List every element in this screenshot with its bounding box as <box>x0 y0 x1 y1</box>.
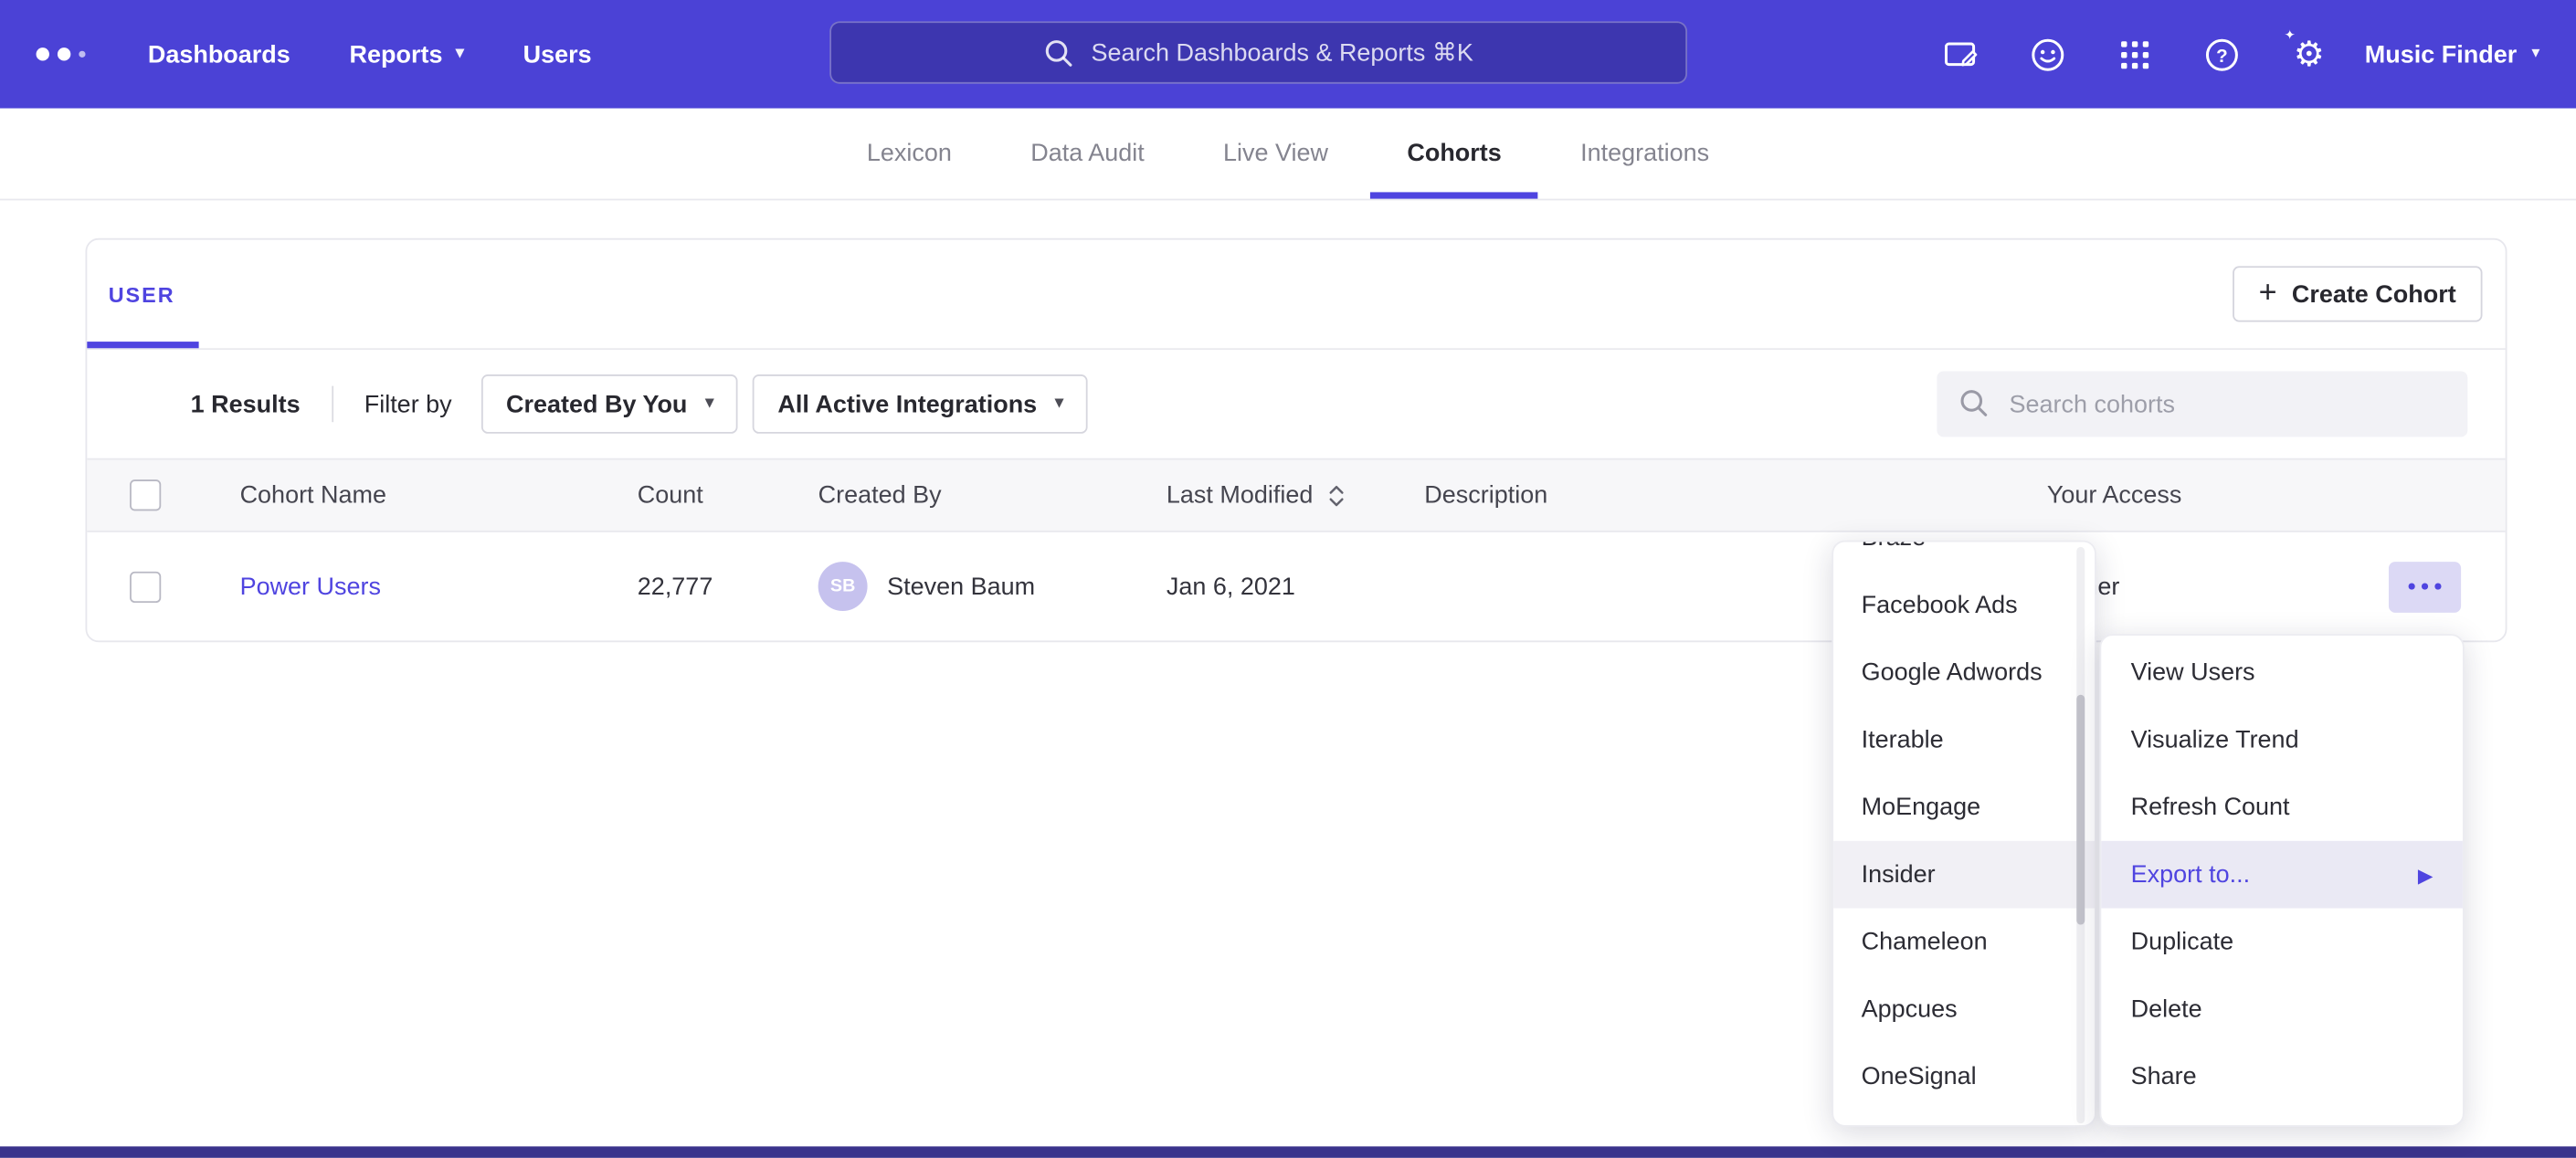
col-description: Description <box>1424 481 2047 510</box>
menu-item-export-to[interactable]: Export to... ▶ <box>2101 841 2463 909</box>
tab-live-view[interactable]: Live View <box>1187 109 1364 199</box>
menu-item-refresh-count[interactable]: Refresh Count <box>2101 774 2463 841</box>
created-by-name: Steven Baum <box>887 573 1035 601</box>
menu-item-moengage[interactable]: MoEngage <box>1833 774 2095 841</box>
nav-users-label: Users <box>523 40 592 68</box>
table-header: Cohort Name Count Created By Last Modifi… <box>87 458 2505 532</box>
data-management-icon[interactable] <box>1941 35 1980 74</box>
search-icon <box>1043 37 1074 68</box>
row-context-menu: View Users Visualize Trend Refresh Count… <box>2099 634 2464 1127</box>
app-window: Dashboards Reports ▾ Users Search Dashbo… <box>0 0 2576 1158</box>
nav-reports[interactable]: Reports ▾ <box>350 40 464 68</box>
tab-data-audit[interactable]: Data Audit <box>995 109 1181 199</box>
cohort-name-link[interactable]: Power Users <box>240 573 381 601</box>
apps-grid-icon[interactable] <box>2115 35 2154 74</box>
results-count: 1 Results <box>191 390 301 418</box>
nav-users[interactable]: Users <box>523 40 592 68</box>
table-row: Power Users 22,777 SB Steven Baum Jan 6,… <box>87 532 2505 641</box>
feedback-icon[interactable] <box>2028 35 2067 74</box>
nav-dashboards[interactable]: Dashboards <box>148 40 290 68</box>
app-logo <box>37 47 86 60</box>
menu-item-duplicate[interactable]: Duplicate <box>2101 909 2463 976</box>
sparkle-icon: ✦ <box>2285 28 2296 43</box>
account-name: Music Finder <box>2365 40 2517 68</box>
tab-lexicon[interactable]: Lexicon <box>830 109 987 199</box>
menu-item-google-adwords[interactable]: Google Adwords <box>1833 639 2095 707</box>
tab-cohorts[interactable]: Cohorts <box>1371 109 1538 199</box>
help-icon[interactable]: ? <box>2202 35 2242 74</box>
col-created-by: Created By <box>818 481 1167 510</box>
divider <box>332 386 333 423</box>
plus-icon: + <box>2259 277 2277 308</box>
scrollbar-thumb[interactable] <box>2076 695 2085 925</box>
menu-item-insider[interactable]: Insider <box>1833 841 2095 909</box>
svg-text:?: ? <box>2216 45 2228 66</box>
menu-item-iterable[interactable]: Iterable <box>1833 706 2095 774</box>
nav-reports-label: Reports <box>350 40 443 68</box>
menu-item-view-users[interactable]: View Users <box>2101 639 2463 707</box>
global-search-placeholder: Search Dashboards & Reports ⌘K <box>1092 37 1473 67</box>
col-cohort-name: Cohort Name <box>240 481 638 510</box>
menu-item-delete[interactable]: Delete <box>2101 975 2463 1043</box>
col-your-access: Your Access <box>2047 481 2305 510</box>
col-last-modified[interactable]: Last Modified <box>1167 481 1424 510</box>
avatar: SB <box>818 562 868 611</box>
row-actions-button[interactable] <box>2389 561 2461 612</box>
cohort-type-header: USER + Create Cohort <box>87 240 2505 350</box>
submenu-arrow-icon: ▶ <box>2418 863 2433 886</box>
chevron-down-icon: ▾ <box>1055 395 1063 412</box>
filter-created-by-dropdown[interactable]: Created By You ▾ <box>481 374 738 434</box>
tab-integrations[interactable]: Integrations <box>1545 109 1746 199</box>
cohorts-card: USER + Create Cohort 1 Results Filter by… <box>86 238 2507 642</box>
search-icon <box>1958 387 1990 418</box>
filter-toolbar: 1 Results Filter by Created By You ▾ All… <box>87 350 2505 458</box>
chevron-down-icon: ▾ <box>456 46 464 62</box>
cohort-count: 22,777 <box>638 573 818 601</box>
filter-by-label: Filter by <box>364 390 452 418</box>
scrollbar-track[interactable] <box>2076 547 2085 1123</box>
col-count: Count <box>638 481 818 510</box>
account-switcher[interactable]: Music Finder ▾ <box>2365 40 2540 68</box>
global-search-input[interactable]: Search Dashboards & Reports ⌘K <box>829 21 1687 83</box>
filter-integrations-dropdown[interactable]: All Active Integrations ▾ <box>753 374 1088 434</box>
chevron-down-icon: ▾ <box>705 395 713 412</box>
section-tabs-bar: Lexicon Data Audit Live View Cohorts Int… <box>0 109 2576 201</box>
bottom-strip <box>0 1146 2576 1158</box>
create-cohort-button[interactable]: + Create Cohort <box>2233 266 2483 321</box>
primary-nav: Dashboards Reports ▾ Users <box>148 40 592 68</box>
top-navigation-bar: Dashboards Reports ▾ Users Search Dashbo… <box>0 0 2576 109</box>
menu-item-braze[interactable]: Braze <box>1833 541 2095 572</box>
cohort-search <box>1937 371 2467 437</box>
topbar-actions: ? ✦ ⚙ <box>1941 35 2328 74</box>
menu-item-chameleon[interactable]: Chameleon <box>1833 909 2095 976</box>
menu-item-facebook-ads[interactable]: Facebook Ads <box>1833 572 2095 639</box>
last-modified-date: Jan 6, 2021 <box>1167 573 1424 601</box>
sort-icon <box>1328 484 1346 507</box>
tab-user-cohorts[interactable]: USER <box>87 240 197 349</box>
cohort-search-input[interactable] <box>1937 371 2467 437</box>
export-integrations-menu: Braze Facebook Ads Google Adwords Iterab… <box>1832 541 2096 1127</box>
nav-dashboards-label: Dashboards <box>148 40 290 68</box>
menu-item-visualize-trend[interactable]: Visualize Trend <box>2101 706 2463 774</box>
settings-gear-icon[interactable]: ✦ ⚙ <box>2289 35 2328 74</box>
menu-item-share[interactable]: Share <box>2101 1043 2463 1111</box>
select-all-checkbox[interactable] <box>130 479 161 511</box>
chevron-down-icon: ▾ <box>2531 46 2539 62</box>
row-checkbox[interactable] <box>130 571 161 602</box>
menu-item-onesignal[interactable]: OneSignal <box>1833 1043 2095 1111</box>
menu-item-appcues[interactable]: Appcues <box>1833 975 2095 1043</box>
